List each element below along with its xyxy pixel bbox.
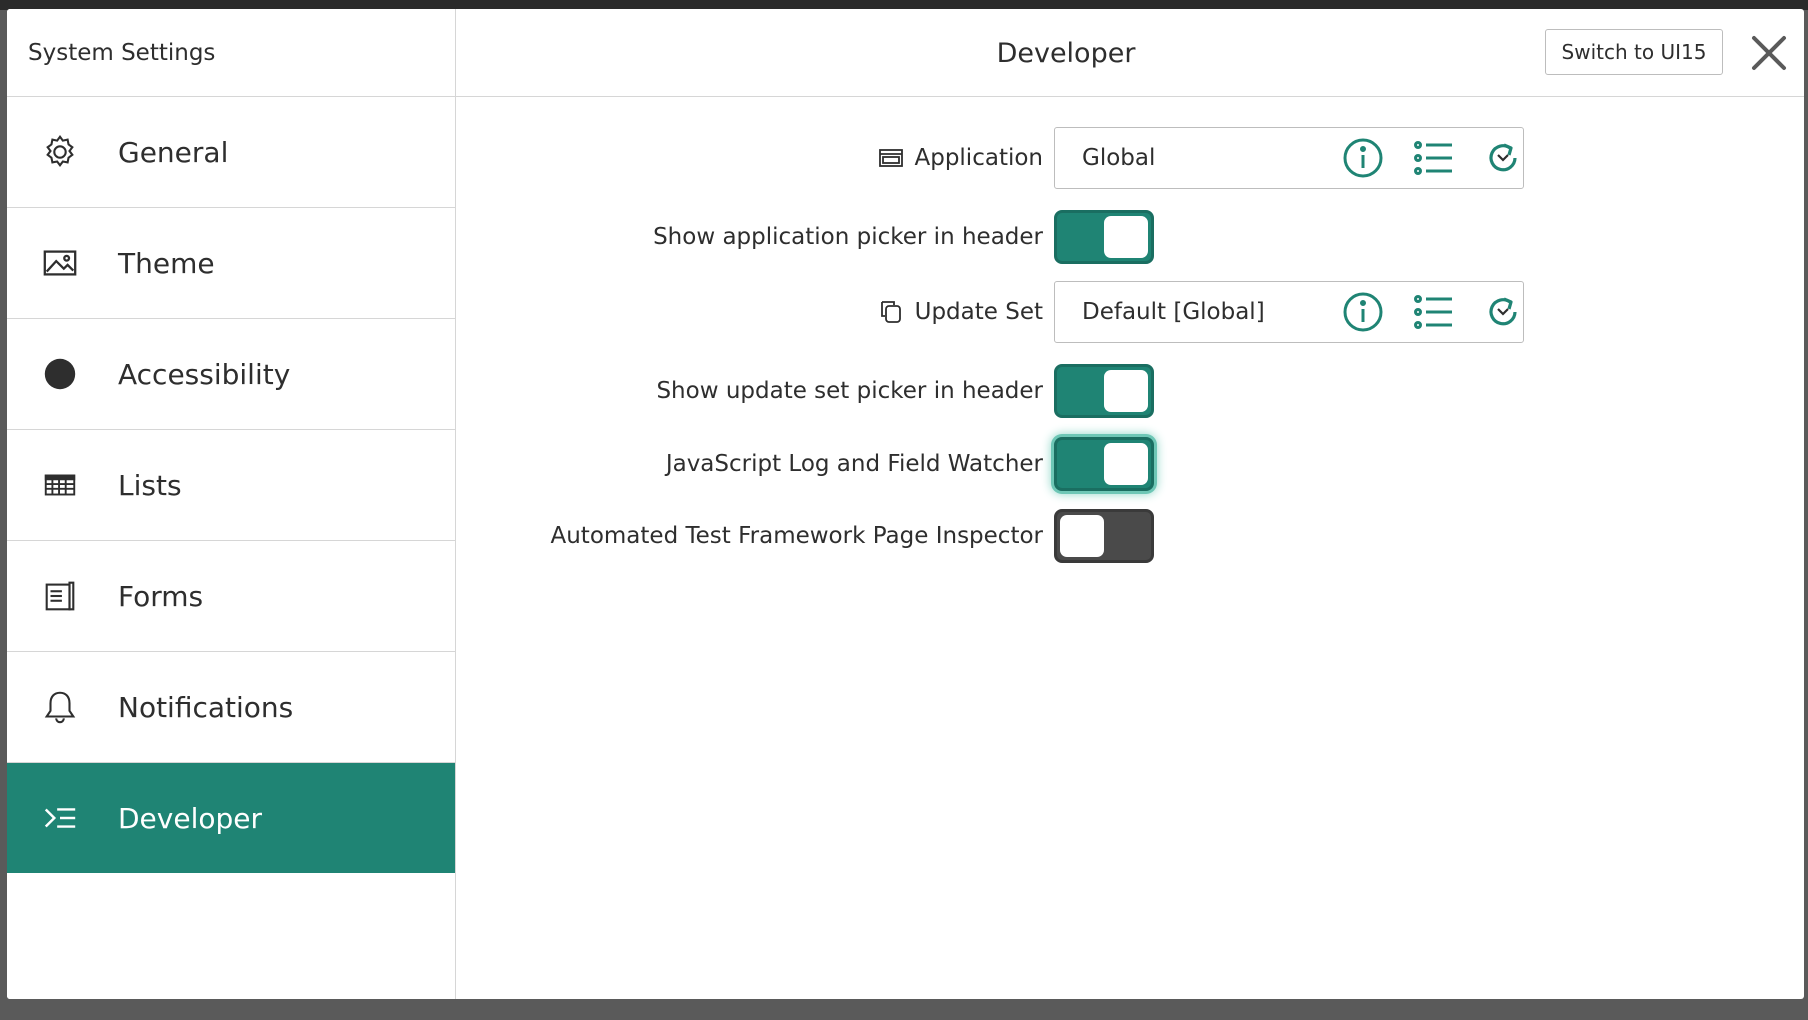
atf-inspector-toggle[interactable] — [1054, 509, 1154, 563]
show-app-picker-row: Show application picker in header — [456, 210, 1804, 264]
sidebar-item-developer[interactable]: Developer — [7, 763, 455, 873]
show-update-set-picker-toggle[interactable] — [1054, 364, 1154, 418]
js-log-label: JavaScript Log and Field Watcher — [665, 451, 1043, 477]
sidebar-item-label: Theme — [118, 246, 215, 280]
sidebar-item-notifications[interactable]: Notifications — [7, 652, 455, 763]
js-log-row: JavaScript Log and Field Watcher — [456, 437, 1804, 491]
atf-inspector-row: Automated Test Framework Page Inspector — [456, 509, 1804, 563]
update-set-label: Update Set — [879, 281, 1043, 343]
sidebar-item-forms[interactable]: Forms — [7, 541, 455, 652]
settings-sidebar: System Settings General Theme Accessibil… — [7, 9, 456, 999]
application-label: Application — [878, 127, 1043, 189]
toggle-knob — [1104, 216, 1148, 258]
image-icon — [40, 243, 80, 283]
gear-icon — [40, 132, 80, 172]
sidebar-item-label: Developer — [118, 801, 263, 835]
refresh-icon[interactable] — [1482, 291, 1524, 333]
application-row: Application Global — [456, 127, 1804, 189]
circle-icon — [40, 354, 80, 394]
sidebar-item-label: Accessibility — [118, 357, 291, 391]
close-icon[interactable] — [1747, 31, 1791, 75]
show-app-picker-toggle[interactable] — [1054, 210, 1154, 264]
settings-content: Developer Switch to UI15 Application Glo… — [456, 9, 1804, 999]
sidebar-item-lists[interactable]: Lists — [7, 430, 455, 541]
atf-inspector-label: Automated Test Framework Page Inspector — [550, 523, 1044, 549]
toggle-knob — [1104, 370, 1148, 412]
show-update-set-picker-label: Show update set picker in header — [656, 378, 1043, 404]
system-settings-modal: System Settings General Theme Accessibil… — [7, 9, 1804, 999]
sidebar-title: System Settings — [7, 9, 455, 97]
show-app-picker-label: Show application picker in header — [653, 224, 1043, 250]
sidebar-item-label: Lists — [118, 468, 182, 502]
sidebar-item-label: General — [118, 135, 229, 169]
sidebar-item-accessibility[interactable]: Accessibility — [7, 319, 455, 430]
update-set-row: Update Set Default [Global] — [456, 281, 1804, 343]
form-icon — [40, 576, 80, 616]
sidebar-item-label: Forms — [118, 579, 204, 613]
list-icon[interactable] — [1412, 291, 1454, 333]
toggle-knob — [1104, 443, 1148, 485]
show-update-set-picker-row: Show update set picker in header — [456, 364, 1804, 418]
refresh-icon[interactable] — [1482, 137, 1524, 179]
sidebar-item-general[interactable]: General — [7, 97, 455, 208]
table-icon — [40, 465, 80, 505]
developer-icon — [40, 798, 80, 838]
bell-icon — [40, 687, 80, 727]
info-icon[interactable] — [1342, 291, 1384, 333]
content-header: Developer Switch to UI15 — [456, 9, 1804, 97]
info-icon[interactable] — [1342, 137, 1384, 179]
page-title: Developer — [996, 37, 1136, 69]
sidebar-item-label: Notifications — [118, 690, 294, 724]
js-log-toggle[interactable] — [1054, 437, 1154, 491]
sidebar-item-theme[interactable]: Theme — [7, 208, 455, 319]
list-icon[interactable] — [1412, 137, 1454, 179]
toggle-knob — [1060, 515, 1104, 557]
switch-to-ui15-button[interactable]: Switch to UI15 — [1545, 29, 1723, 75]
copy-icon — [879, 299, 905, 325]
window-icon — [878, 145, 904, 171]
